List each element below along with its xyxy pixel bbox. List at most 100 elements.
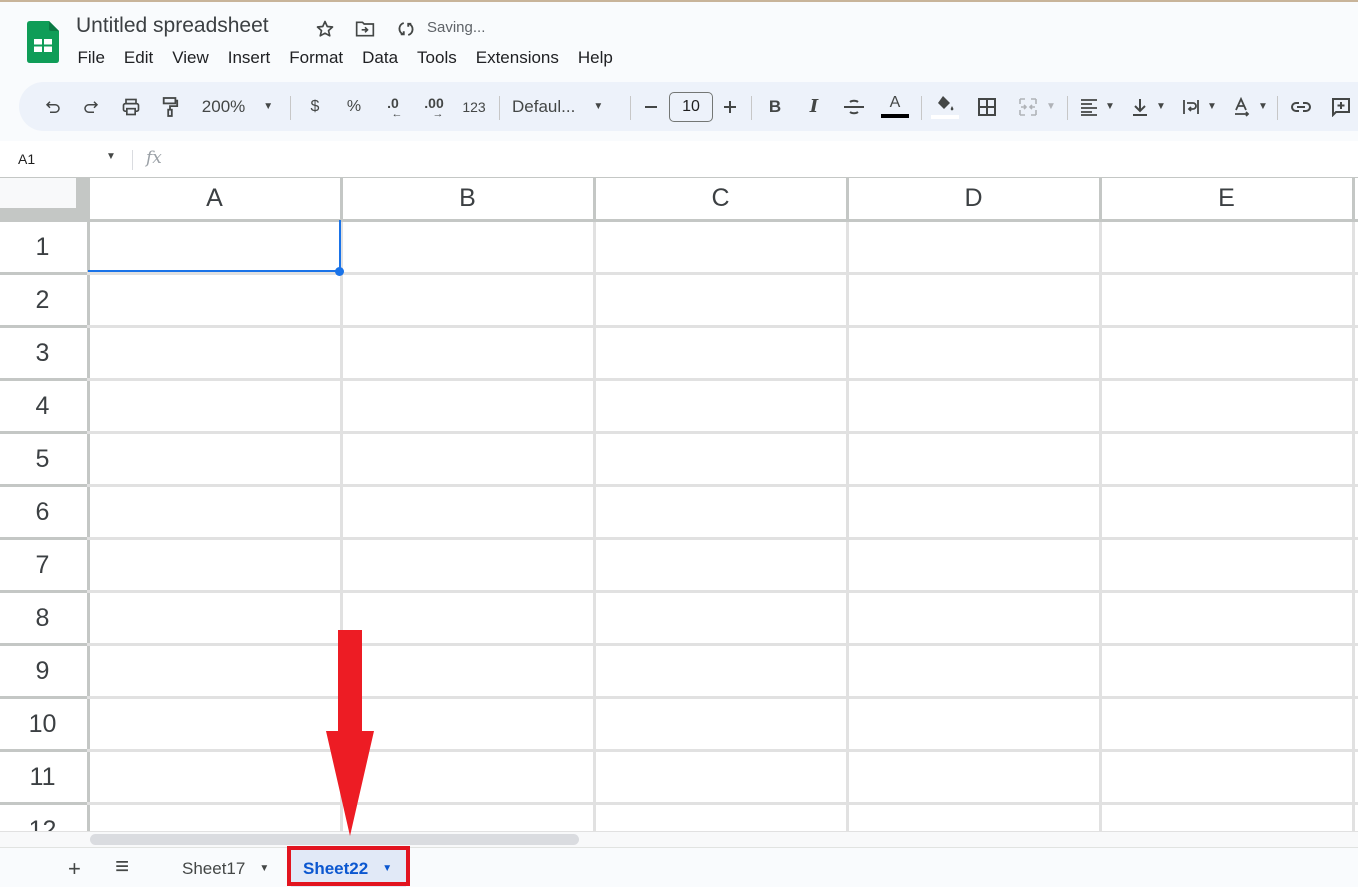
column-header-a[interactable]: A: [89, 178, 340, 219]
column-header-divider[interactable]: [340, 178, 343, 219]
column-header-divider[interactable]: [593, 178, 596, 219]
all-sheets-button[interactable]: ≡: [115, 853, 129, 881]
row-header-divider[interactable]: [0, 378, 87, 381]
fill-handle[interactable]: [335, 267, 344, 276]
increase-decimal-button[interactable]: .00 →: [420, 82, 448, 131]
formula-input[interactable]: [180, 144, 1350, 174]
star-icon[interactable]: [314, 18, 336, 40]
horizontal-scrollbar-thumb[interactable]: [90, 834, 579, 845]
zoom-value: 200%: [201, 96, 246, 116]
column-header-b[interactable]: B: [342, 178, 593, 219]
row-header-9[interactable]: 9: [0, 645, 85, 698]
menu-file[interactable]: File: [68, 46, 114, 70]
merge-cells-button[interactable]: ▼: [1013, 82, 1061, 131]
row-header-1[interactable]: 1: [0, 221, 85, 274]
link-icon: [1291, 101, 1311, 112]
name-box[interactable]: A1: [18, 151, 35, 167]
borders-button[interactable]: [974, 82, 1000, 131]
row-header-2[interactable]: 2: [0, 274, 85, 327]
row-header-11[interactable]: 11: [0, 751, 85, 804]
strikethrough-button[interactable]: [841, 82, 867, 131]
menu-view[interactable]: View: [163, 46, 219, 70]
paint-format-button[interactable]: [157, 82, 183, 131]
row-header-4[interactable]: 4: [0, 380, 85, 433]
percent-format-button[interactable]: %: [341, 82, 367, 131]
row-gridline: [0, 431, 1358, 434]
text-color-button[interactable]: A: [880, 82, 910, 131]
menu-extensions[interactable]: Extensions: [466, 46, 568, 70]
name-box-dropdown-icon[interactable]: ▼: [106, 151, 116, 162]
row-header-divider[interactable]: [0, 590, 87, 593]
row-header-divider[interactable]: [0, 749, 87, 752]
column-header-divider[interactable]: [1352, 178, 1355, 219]
row-header-5[interactable]: 5: [0, 433, 85, 486]
redo-button[interactable]: [78, 82, 104, 131]
undo-button[interactable]: [40, 82, 66, 131]
column-gridline: [1352, 219, 1355, 832]
font-size-input[interactable]: 10: [669, 92, 713, 122]
toolbar-divider: [921, 96, 922, 120]
row-header-divider[interactable]: [0, 696, 87, 699]
menu-edit[interactable]: Edit: [114, 46, 162, 70]
row-header-10[interactable]: 10: [0, 698, 85, 751]
column-header-divider[interactable]: [87, 178, 90, 219]
text-rotation-button[interactable]: ▼: [1229, 82, 1271, 131]
merge-cells-icon: [1019, 97, 1037, 116]
add-sheet-button[interactable]: +: [68, 856, 81, 882]
row-header-7[interactable]: 7: [0, 539, 85, 592]
more-formats-button[interactable]: 123: [458, 82, 490, 131]
menu-format[interactable]: Format: [280, 46, 353, 70]
row-header-divider[interactable]: [0, 272, 87, 275]
menu-bar: File Edit View Insert Format Data Tools …: [68, 46, 622, 70]
increase-font-size-button[interactable]: [719, 82, 741, 131]
text-wrapping-button[interactable]: ▼: [1178, 82, 1220, 131]
row-header-divider[interactable]: [0, 325, 87, 328]
decrease-font-size-button[interactable]: [640, 82, 662, 131]
vertical-align-button[interactable]: ▼: [1127, 82, 1169, 131]
bold-button[interactable]: B: [762, 82, 788, 131]
text-color-swatch: [881, 114, 909, 118]
select-all-corner[interactable]: [0, 178, 87, 219]
move-folder-icon[interactable]: [354, 18, 376, 40]
undo-icon: [45, 100, 60, 113]
insert-link-button[interactable]: [1288, 82, 1314, 131]
insert-comment-button[interactable]: [1328, 82, 1354, 131]
menu-help[interactable]: Help: [568, 46, 622, 70]
print-button[interactable]: [118, 82, 144, 131]
currency-format-button[interactable]: $: [302, 82, 328, 131]
align-bottom-icon: [1133, 98, 1148, 116]
row-header-divider[interactable]: [0, 802, 87, 805]
menu-tools[interactable]: Tools: [408, 46, 467, 70]
decrease-decimal-button[interactable]: .0 ←: [380, 82, 406, 131]
row-header-divider[interactable]: [0, 431, 87, 434]
column-header-e[interactable]: E: [1101, 178, 1352, 219]
menu-insert[interactable]: Insert: [218, 46, 280, 70]
spreadsheet-grid[interactable]: ABCDE 1 2 3 4 5 6 7 8 9 10 11 12: [0, 177, 1358, 832]
row-header-divider[interactable]: [0, 484, 87, 487]
row-header-divider[interactable]: [0, 643, 87, 646]
row-header-12[interactable]: 12: [0, 804, 85, 832]
column-header-d[interactable]: D: [848, 178, 1099, 219]
fill-color-button[interactable]: [930, 82, 960, 131]
row-header-divider[interactable]: [0, 537, 87, 540]
row-header-6[interactable]: 6: [0, 486, 85, 539]
document-title[interactable]: Untitled spreadsheet: [76, 14, 269, 38]
column-header-c[interactable]: C: [595, 178, 846, 219]
font-family-value: Defaul...: [512, 96, 576, 116]
menu-data[interactable]: Data: [353, 46, 408, 70]
chevron-down-icon[interactable]: ▼: [259, 863, 269, 874]
horizontal-align-button[interactable]: ▼: [1076, 82, 1118, 131]
italic-button[interactable]: I: [801, 82, 827, 131]
column-header-divider[interactable]: [1099, 178, 1102, 219]
column-header-divider[interactable]: [846, 178, 849, 219]
print-icon: [122, 98, 140, 115]
row-header-8[interactable]: 8: [0, 592, 85, 645]
fill-color-swatch: [931, 114, 959, 119]
row-header-3[interactable]: 3: [0, 327, 85, 380]
row-gridline: [0, 696, 1358, 699]
font-family-select[interactable]: Defaul... ▼: [512, 82, 617, 131]
sheet-tab-sheet17[interactable]: Sheet17 ▼: [170, 850, 281, 887]
zoom-select[interactable]: 200% ▼: [195, 82, 280, 131]
arrow-left-icon: ←: [391, 107, 403, 120]
sheets-logo-icon[interactable]: [27, 21, 59, 63]
